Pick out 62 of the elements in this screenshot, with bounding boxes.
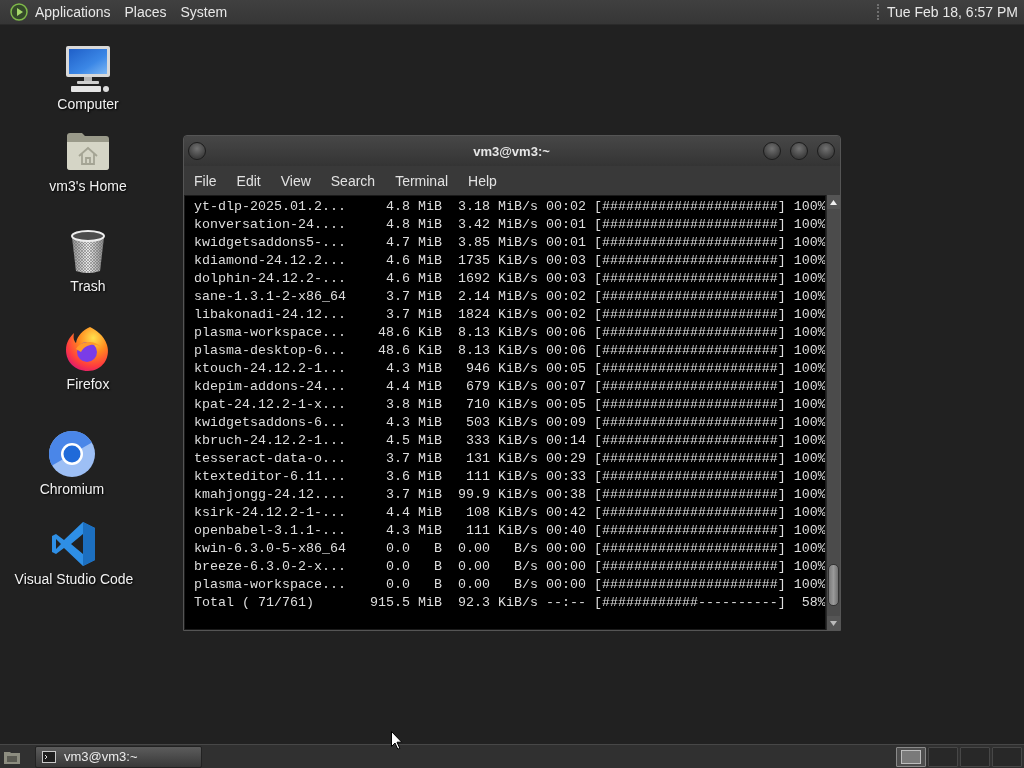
- window-title: vm3@vm3:~: [472, 143, 551, 159]
- terminal-line: sane-1.3.1-2-x86_64 3.7 MiB 2.14 MiB/s 00:02 [######################] 100%: [194, 288, 825, 306]
- terminal-line: openbabel-3.1.1-... 4.3 MiB 111 KiB/s 00:40 [######################] 100%: [194, 522, 825, 540]
- desktop-icon-label[interactable]: Computer: [57, 96, 119, 112]
- menu-item[interactable]: Search: [320, 167, 386, 194]
- window-thumbnail: [901, 749, 921, 764]
- terminal-line: yt-dlp-2025.01.2... 4.8 MiB 3.18 MiB/s 00:02 [######################] 100%: [194, 198, 825, 216]
- desktop-icon-label[interactable]: Trash: [70, 278, 106, 294]
- terminal-line: konversation-24.... 4.8 MiB 3.42 MiB/s 00:01 [######################] 100%: [194, 216, 825, 234]
- menu-logo-icon[interactable]: [10, 3, 28, 21]
- menu-item[interactable]: File: [184, 167, 227, 194]
- scrollbar-thumb[interactable]: [828, 564, 839, 606]
- terminal-line: kmahjongg-24.12.... 3.7 MiB 99.9 KiB/s 00:38 [######################] 100%: [194, 486, 825, 504]
- terminal-line: plasma-workspace... 0.0 B 0.00 B/s 00:00 [######################] 100%: [194, 576, 825, 594]
- arrow-down-icon: [830, 620, 837, 626]
- mouse-pointer-icon: [391, 731, 403, 750]
- menu-item[interactable]: Edit: [226, 167, 271, 194]
- panel-menu[interactable]: Places: [117, 0, 174, 24]
- taskbar-button[interactable]: vm3@vm3:~: [35, 745, 202, 768]
- window-menu-button[interactable]: [188, 142, 206, 160]
- menu-item[interactable]: Terminal: [385, 167, 459, 194]
- close-button[interactable]: [817, 142, 835, 160]
- workspace-tile[interactable]: [960, 746, 990, 767]
- monitor-icon[interactable]: [64, 45, 112, 93]
- terminal-line: dolphin-24.12.2-... 4.6 MiB 1692 KiB/s 00:03 [######################] 100%: [194, 270, 825, 288]
- workspace-tile[interactable]: [896, 746, 926, 767]
- terminal-line: libakonadi-24.12... 3.7 MiB 1824 KiB/s 00:02 [######################] 100%: [194, 306, 825, 324]
- ring-logo-icon[interactable]: [48, 430, 96, 478]
- terminal-line: breeze-6.3.0-2-x... 0.0 B 0.00 B/s 00:00 [######################] 100%: [194, 558, 825, 576]
- terminal-line: plasma-desktop-6... 48.6 KiB 8.13 KiB/s 00:06 [######################] 100%: [194, 342, 825, 360]
- terminal-line: ktouch-24.12.2-1... 4.3 MiB 946 KiB/s 00:05 [######################] 100%: [194, 360, 825, 378]
- panel-menu[interactable]: Applications: [28, 0, 118, 24]
- clock[interactable]: Tue Feb 18, 6:57 PM: [885, 0, 1020, 24]
- arrow-up-icon: [830, 199, 837, 205]
- workspace-tile[interactable]: [928, 746, 958, 767]
- desktop-icon-label[interactable]: Firefox: [66, 376, 110, 392]
- minimize-button[interactable]: [763, 142, 781, 160]
- terminal-icon: [42, 750, 56, 763]
- terminal-line: tesseract-data-o... 3.7 MiB 131 KiB/s 00:29 [######################] 100%: [194, 450, 825, 468]
- maximize-button[interactable]: [790, 142, 808, 160]
- terminal-line: ktexteditor-6.11... 3.6 MiB 111 KiB/s 00:33 [######################] 100%: [194, 468, 825, 486]
- terminal-line: kwidgetsaddons5-... 4.7 MiB 3.85 MiB/s 00:01 [######################] 100%: [194, 234, 825, 252]
- desktop-icon-label[interactable]: Visual Studio Code: [14, 571, 134, 587]
- terminal-line: Total ( 71/761) 915.5 MiB 92.3 KiB/s --:-- [############----------] 58%: [194, 594, 825, 612]
- desktop-icon-label[interactable]: Chromium: [39, 481, 105, 497]
- terminal-line: kdepim-addons-24... 4.4 MiB 679 KiB/s 00:07 [######################] 100%: [194, 378, 825, 396]
- terminal-line: kpat-24.12.2-1-x... 3.8 MiB 710 KiB/s 00:05 [######################] 100%: [194, 396, 825, 414]
- terminal-line: ksirk-24.12.2-1-... 4.4 MiB 108 KiB/s 00:42 [######################] 100%: [194, 504, 825, 522]
- ribbon-logo-icon[interactable]: [50, 520, 98, 568]
- terminal-line: kdiamond-24.12.2... 4.6 MiB 1735 KiB/s 00:03 [######################] 100%: [194, 252, 825, 270]
- terminal-line: kwin-6.3.0-5-x86_64 0.0 B 0.00 B/s 00:00 [######################] 100%: [194, 540, 825, 558]
- panel-menu[interactable]: System: [173, 0, 235, 24]
- terminal-line: plasma-workspace... 48.6 KiB 8.13 KiB/s 00:06 [######################] 100%: [194, 324, 825, 342]
- menu-item[interactable]: Help: [458, 167, 507, 194]
- desktop-icon-label[interactable]: vm3's Home: [49, 178, 127, 194]
- terminal-line: kwidgetsaddons-6... 4.3 MiB 503 KiB/s 00:09 [######################] 100%: [194, 414, 825, 432]
- terminal-line: kbruch-24.12.2-1... 4.5 MiB 333 KiB/s 00:14 [######################] 100%: [194, 432, 825, 450]
- scroll-down-button[interactable]: [827, 616, 840, 630]
- scroll-up-button[interactable]: [827, 195, 840, 209]
- menu-item[interactable]: View: [270, 167, 321, 194]
- scrollbar[interactable]: [826, 195, 840, 630]
- workspace-tile[interactable]: [992, 746, 1022, 767]
